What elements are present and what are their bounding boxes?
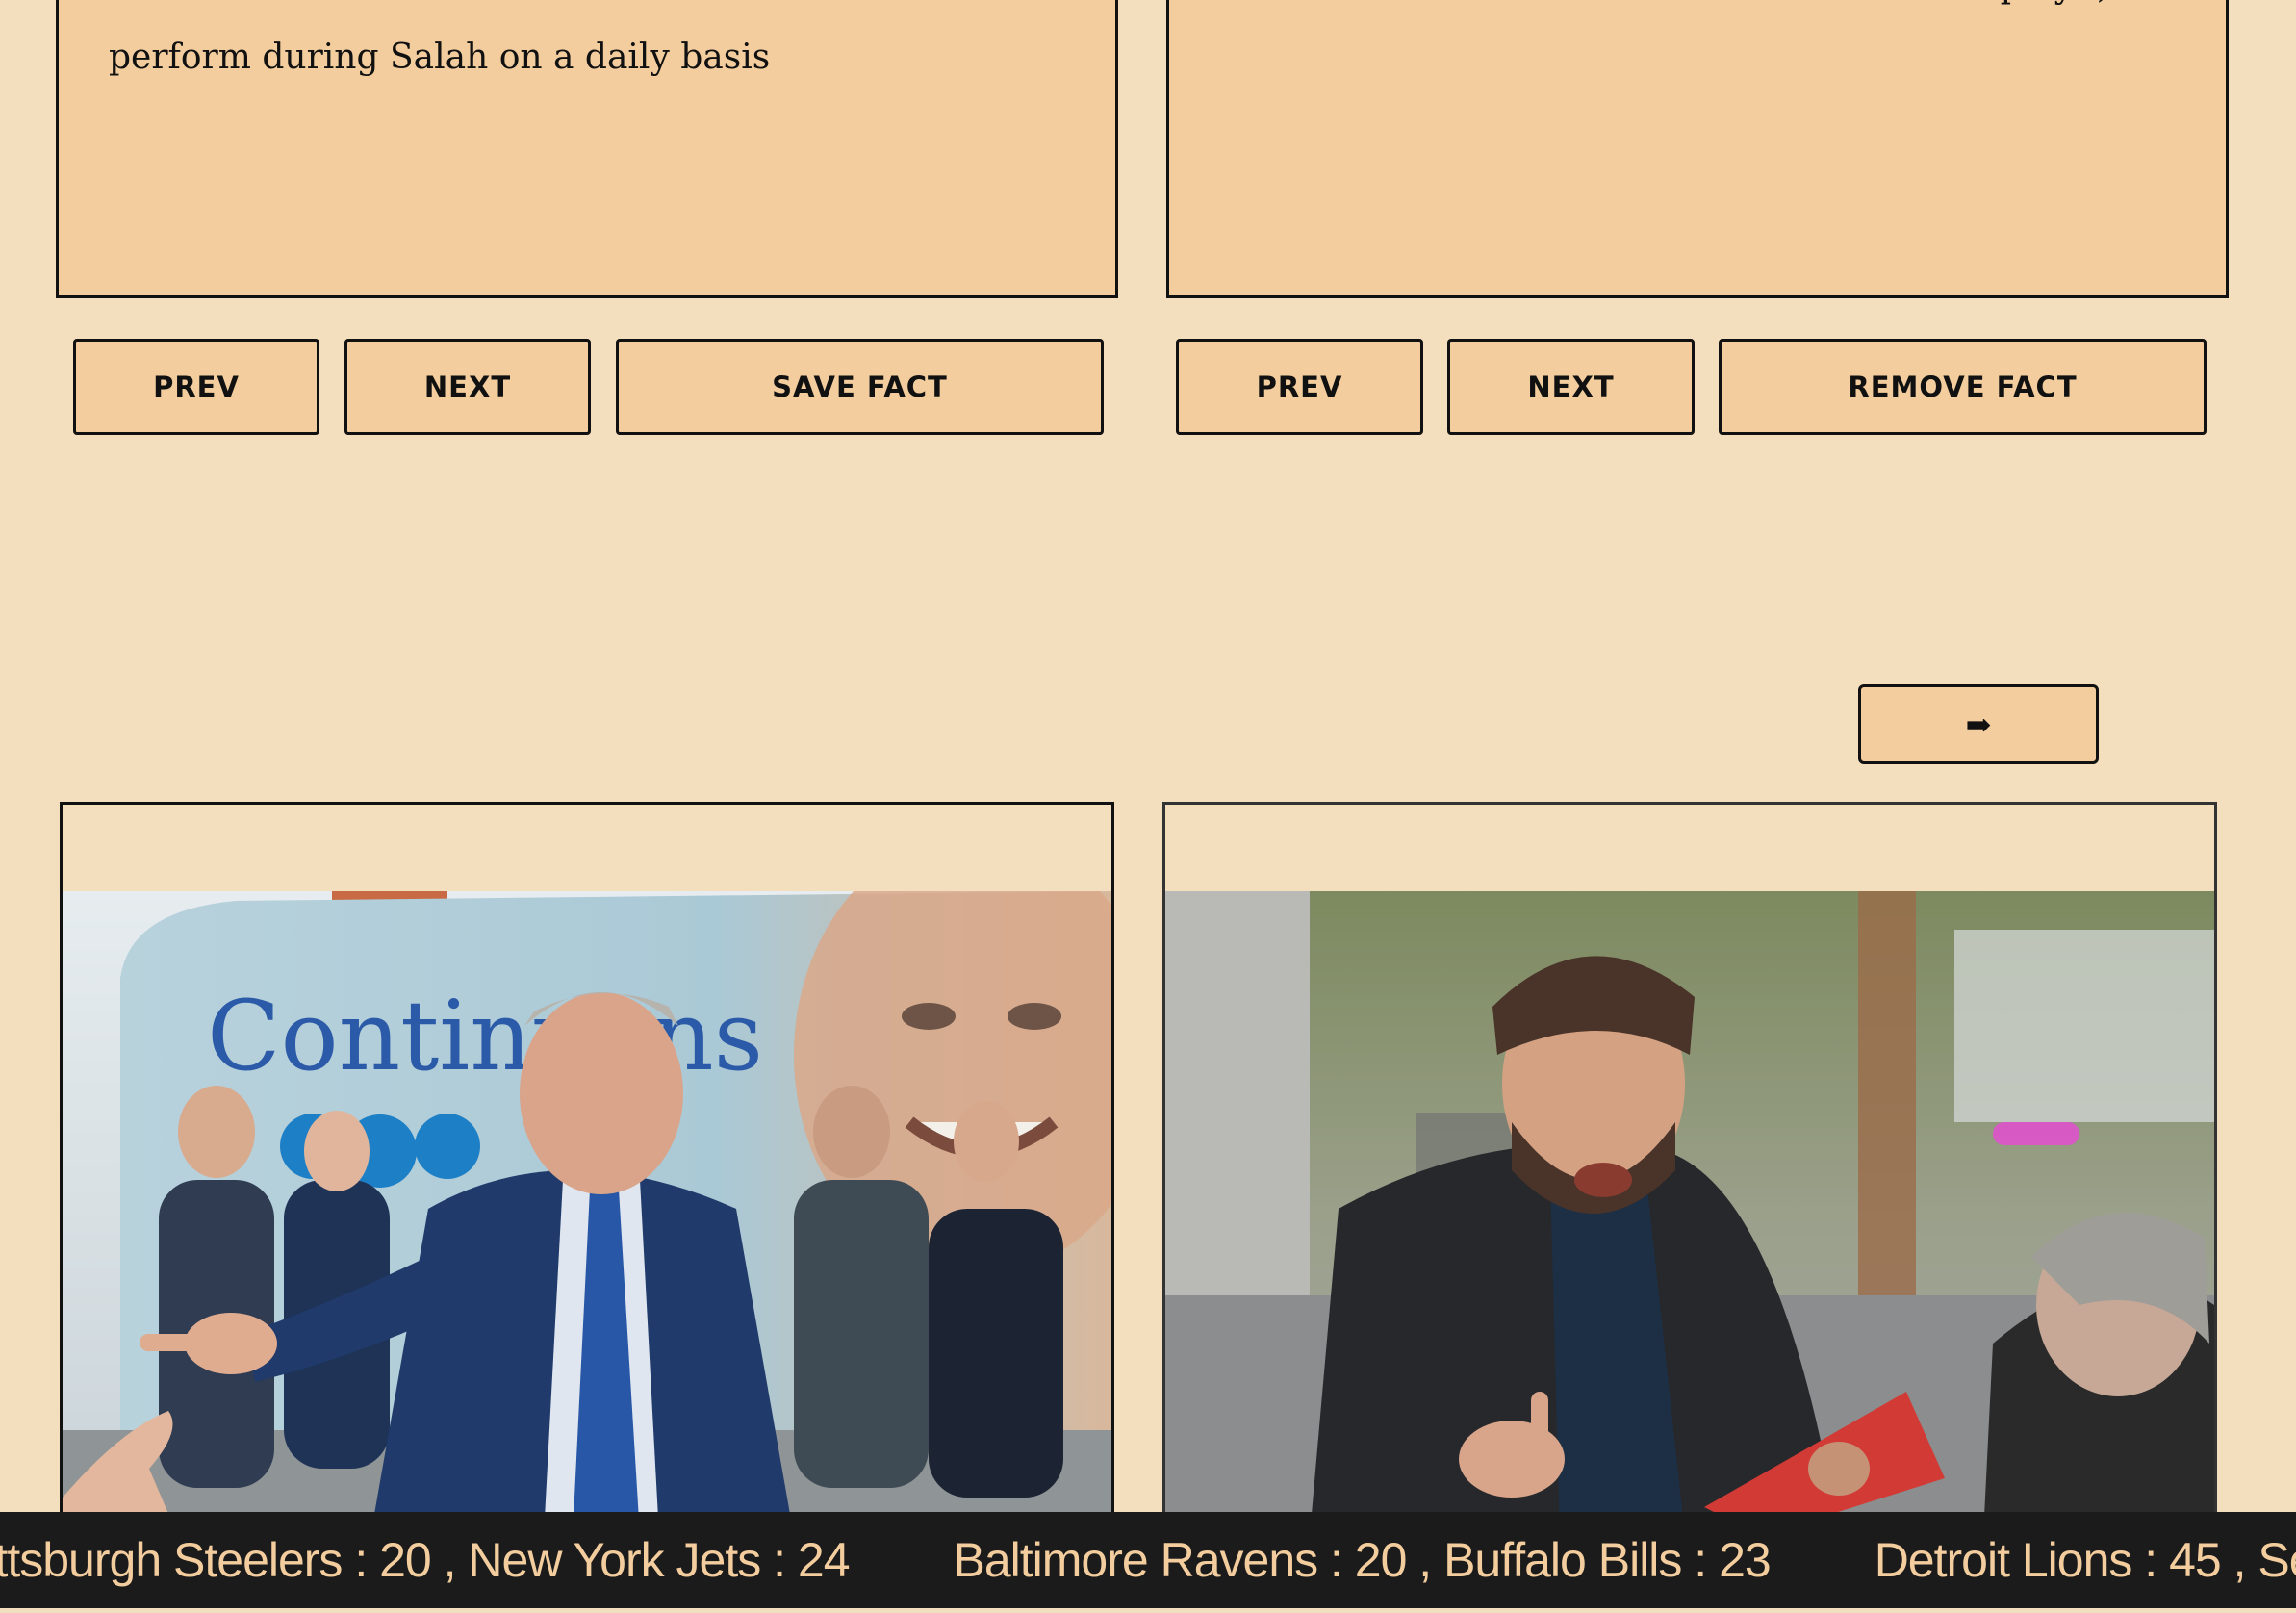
prev-button-left[interactable]: PREV [73, 339, 319, 435]
remove-fact-button[interactable]: REMOVE FACT [1719, 339, 2207, 435]
ticker-item: Detroit Lions : 45 , Seattle Seahawks [1874, 1533, 2296, 1587]
news-card-left[interactable]: Continuons [60, 802, 1114, 1533]
fact-text-right: Download Rosebe and favorites words to d… [1219, 0, 2176, 22]
prev-button-right[interactable]: PREV [1176, 339, 1423, 435]
fact-panel-left: Tried the number of the rakaahs that Mus… [56, 0, 1118, 298]
save-fact-button[interactable]: SAVE FACT [616, 339, 1104, 435]
news-photo-left[interactable]: Continuons [63, 891, 1111, 1530]
candidate-flyer-photo [1165, 891, 2214, 1530]
fact-panel-right: Download Rosebe and favorites words to d… [1166, 0, 2229, 298]
fact-text-left: Tried the number of the rakaahs that Mus… [109, 0, 922, 77]
next-button-left[interactable]: NEXT [344, 339, 591, 435]
news-card-right[interactable] [1162, 802, 2217, 1533]
ticker-item: Pittsburgh Steelers : 20 , New York Jets… [0, 1533, 851, 1587]
ticker-track: Pittsburgh Steelers : 20 , New York Jets… [0, 1512, 2296, 1608]
ticker-item: Baltimore Ravens : 20 , Buffalo Bills : … [953, 1533, 1772, 1587]
score-ticker: Pittsburgh Steelers : 20 , New York Jets… [0, 1512, 2296, 1608]
news-photo-right[interactable] [1165, 891, 2214, 1530]
arrow-right-icon: ➡ [1965, 705, 1992, 743]
next-button-right[interactable]: NEXT [1447, 339, 1695, 435]
politician-bus-photo: Continuons [63, 891, 1111, 1530]
next-arrow-button[interactable]: ➡ [1858, 684, 2099, 764]
